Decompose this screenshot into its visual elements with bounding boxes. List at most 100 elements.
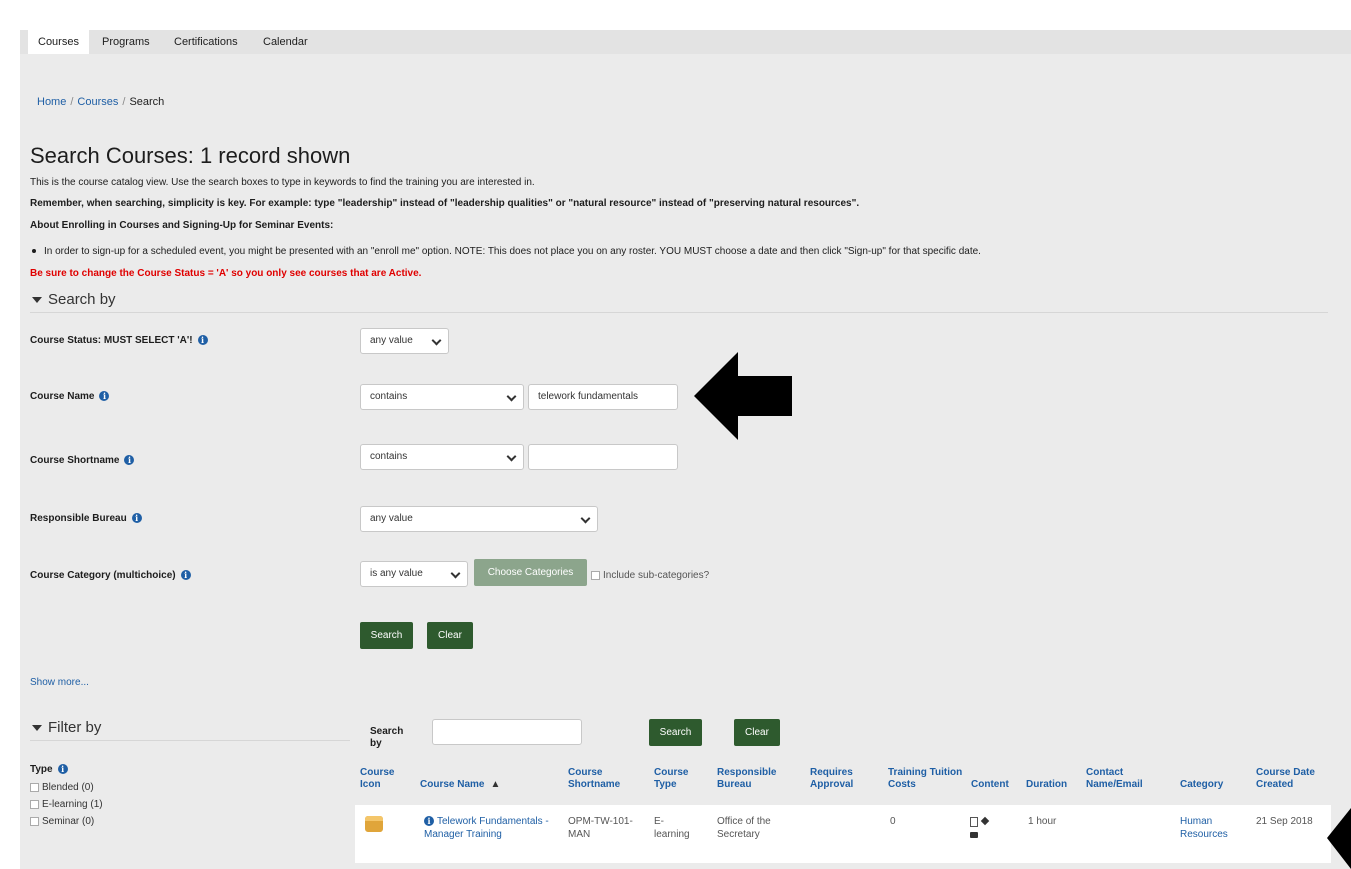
search-button[interactable]: Search: [360, 622, 413, 649]
enrolling-note-text: In order to sign-up for a scheduled even…: [44, 246, 981, 257]
table-search-button[interactable]: Search: [649, 719, 702, 746]
course-status-label-text: Course Status: MUST SELECT 'A'!: [30, 335, 193, 346]
info-icon[interactable]: i: [424, 816, 434, 827]
col-header-category[interactable]: Category: [1180, 779, 1223, 791]
course-category-operator-select[interactable]: is any value: [360, 561, 468, 587]
col-header-name-text: Course Name: [420, 779, 485, 790]
filter-checkbox[interactable]: [30, 816, 39, 826]
type-filter-label-text: Type: [30, 764, 53, 775]
caret-down-icon: [32, 725, 42, 732]
top-navigation: Courses Programs Certifications Calendar: [20, 30, 1351, 54]
info-icon[interactable]: i: [131, 513, 142, 524]
col-header-duration[interactable]: Duration: [1026, 779, 1067, 791]
type-filter-label: Type i: [30, 764, 68, 775]
col-header-bureau[interactable]: Responsible Bureau: [717, 767, 787, 791]
course-category-label: Course Category (multichoice) i: [30, 570, 191, 581]
cell-date: 21 Sep 2018: [1256, 816, 1313, 827]
chevron-down-icon: [450, 568, 461, 579]
briefcase-icon[interactable]: [970, 832, 978, 838]
col-header-costs[interactable]: Training Tuition Costs: [888, 767, 968, 791]
chevron-down-icon: [506, 391, 517, 402]
course-category-operator-value: is any value: [370, 568, 423, 579]
col-header-icon: Course Icon: [360, 767, 395, 790]
caret-down-icon: [32, 297, 42, 304]
responsible-bureau-select[interactable]: any value: [360, 506, 598, 532]
tab-calendar[interactable]: Calendar: [253, 30, 318, 54]
breadcrumb-current: Search: [129, 96, 165, 108]
search-tip: Remember, when searching, simplicity is …: [30, 198, 860, 209]
course-name-text: Telework Fundamentals - Manager Training: [424, 816, 549, 840]
info-icon[interactable]: i: [99, 391, 110, 402]
filter-checkbox[interactable]: [30, 799, 39, 809]
breadcrumb-home[interactable]: Home: [37, 96, 66, 108]
bullet-dot: [32, 249, 36, 254]
course-box-icon: [365, 816, 383, 832]
annotation-arrow-left: [694, 352, 792, 440]
divider: [30, 740, 350, 741]
breadcrumb-courses[interactable]: Courses: [77, 96, 118, 108]
choose-categories-button[interactable]: Choose Categories: [474, 559, 587, 586]
show-more-link[interactable]: Show more...: [30, 677, 89, 688]
col-header-contact[interactable]: Contact Name/Email: [1086, 767, 1166, 791]
col-header-shortname[interactable]: Course Shortname: [568, 767, 638, 791]
cell-category[interactable]: Human Resources: [1180, 815, 1240, 841]
filter-checkbox[interactable]: [30, 782, 39, 792]
tab-programs[interactable]: Programs: [92, 30, 160, 54]
info-icon[interactable]: i: [197, 335, 208, 346]
page-title: Search Courses: 1 record shown: [30, 143, 351, 168]
course-shortname-operator-value: contains: [370, 451, 408, 462]
sort-ascending-icon: ▲: [490, 779, 501, 790]
search-by-toggle[interactable]: Search by: [32, 291, 116, 308]
responsible-bureau-label: Responsible Bureau i: [30, 513, 142, 524]
course-shortname-input[interactable]: [528, 444, 678, 470]
breadcrumb-separator: /: [122, 96, 126, 108]
info-icon[interactable]: i: [57, 764, 68, 775]
course-status-select[interactable]: any value: [360, 328, 449, 354]
filter-option-elearning[interactable]: E-learning (1): [30, 799, 103, 810]
course-shortname-label: Course Shortname i: [30, 455, 135, 466]
filter-option-blended[interactable]: Blended (0): [30, 782, 94, 793]
cell-bureau: Office of the Secretary: [717, 816, 771, 840]
col-header-name[interactable]: Course Name ▲: [420, 779, 500, 791]
course-name-operator-value: contains: [370, 391, 408, 402]
cell-duration: 1 hour: [1028, 816, 1057, 827]
course-status-label: Course Status: MUST SELECT 'A'! i: [30, 335, 208, 346]
info-icon[interactable]: i: [124, 455, 135, 466]
course-name-link[interactable]: i Telework Fundamentals - Manager Trainin…: [424, 815, 554, 841]
responsible-bureau-label-text: Responsible Bureau: [30, 513, 127, 524]
breadcrumb-separator: /: [70, 96, 74, 108]
course-name-input[interactable]: telework fundamentals: [528, 384, 678, 410]
enrolling-note: In order to sign-up for a scheduled even…: [32, 246, 981, 257]
intro-text: This is the course catalog view. Use the…: [30, 177, 535, 188]
col-header-date[interactable]: Course Date Created: [1256, 767, 1322, 791]
chevron-down-icon: [580, 513, 591, 524]
filter-by-toggle[interactable]: Filter by: [32, 719, 101, 736]
document-icon[interactable]: [970, 817, 978, 827]
filter-option-seminar[interactable]: Seminar (0): [30, 816, 94, 827]
course-name-operator-select[interactable]: contains: [360, 384, 524, 410]
chevron-down-icon: [431, 335, 442, 346]
course-shortname-operator-select[interactable]: contains: [360, 444, 524, 470]
table-search-label: Search by: [370, 726, 403, 750]
cell-shortname: OPM-TW-101-MAN: [568, 816, 633, 840]
course-status-value: any value: [370, 335, 413, 346]
course-name-label-text: Course Name: [30, 391, 95, 402]
responsible-bureau-value: any value: [370, 513, 413, 524]
col-header-type[interactable]: Course Type: [654, 767, 694, 791]
breadcrumb: Home / Courses / Search: [37, 96, 164, 108]
page-region: Courses Programs Certifications Calendar…: [20, 30, 1351, 869]
divider: [30, 312, 1328, 313]
tab-certifications[interactable]: Certifications: [164, 30, 248, 54]
course-name-label: Course Name i: [30, 391, 110, 402]
table-clear-button[interactable]: Clear: [734, 719, 780, 746]
filter-option-label: Blended (0): [42, 782, 94, 793]
col-header-approval[interactable]: Requires Approval: [810, 767, 865, 791]
include-subcategories-option[interactable]: Include sub-categories?: [591, 570, 709, 581]
tab-courses[interactable]: Courses: [28, 30, 89, 54]
info-icon[interactable]: i: [180, 570, 191, 581]
search-by-heading: Search by: [48, 291, 116, 308]
include-subcategories-checkbox[interactable]: [591, 570, 600, 580]
enrolling-heading: About Enrolling in Courses and Signing-U…: [30, 220, 334, 231]
table-search-input[interactable]: [432, 719, 582, 745]
clear-button[interactable]: Clear: [427, 622, 473, 649]
